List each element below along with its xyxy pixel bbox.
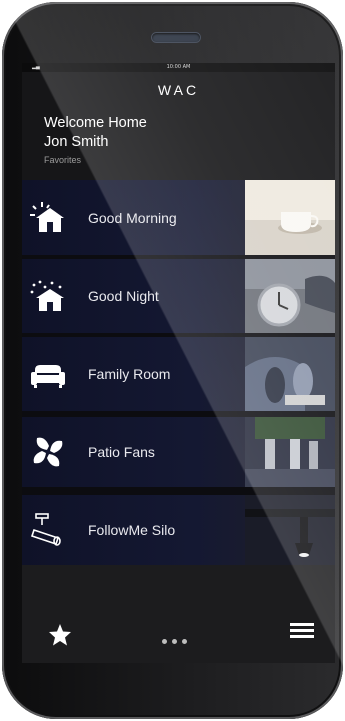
sun-house-icon [30, 201, 64, 232]
header: WAC Welcome Home Jon Smith Favorites [22, 72, 335, 180]
status-time: 10:00 AM [166, 64, 191, 70]
scene-good-morning[interactable]: Good Morning [22, 180, 335, 255]
welcome-line: Welcome Home [44, 115, 147, 131]
user-name: Jon Smith [44, 134, 109, 150]
divider [22, 487, 335, 495]
scene-photo-silo [245, 495, 335, 565]
scene-label: FollowMe Silo [88, 522, 176, 538]
night-house-icon [30, 280, 64, 311]
bottom-nav [22, 565, 335, 663]
scene-label: Patio Fans [88, 444, 155, 460]
star-icon[interactable] [48, 623, 72, 647]
menu-line [290, 629, 314, 632]
sofa-icon [31, 365, 65, 388]
dots-icon[interactable] [162, 639, 187, 644]
scene-photo-patio [245, 417, 335, 487]
menu-line [290, 623, 314, 626]
scene-family-room[interactable]: Family Room [22, 337, 335, 411]
scene-label: Family Room [88, 366, 171, 382]
scene-label: Good Morning [88, 209, 177, 226]
status-bar: ▂▄ 10:00 AM [22, 63, 335, 72]
dot [162, 639, 167, 644]
phone-frame: ▂▄ 10:00 AM WAC Welcome Home Jon Smith F… [2, 2, 343, 719]
scene-label: Good Night [88, 288, 159, 304]
scene-photo-family [245, 337, 335, 411]
speaker-grille [152, 33, 200, 42]
app-logo: WAC [157, 82, 200, 98]
scene-patio-fans[interactable]: Patio Fans [22, 417, 335, 487]
hamburger-icon[interactable] [290, 623, 314, 641]
scene-photo-clock [245, 259, 335, 333]
welcome-message: Welcome Home Jon Smith [44, 114, 147, 152]
app-screen: ▂▄ 10:00 AM WAC Welcome Home Jon Smith F… [22, 63, 335, 663]
menu-line [290, 635, 314, 638]
dot [182, 639, 187, 644]
dot [172, 639, 177, 644]
scene-photo-coffee [245, 180, 335, 255]
fan-icon [33, 437, 63, 467]
spotlight-icon [30, 513, 61, 546]
scene-good-night[interactable]: Good Night [22, 259, 335, 333]
scene-followme-silo[interactable]: FollowMe Silo [22, 495, 335, 565]
section-title: Favorites [44, 155, 82, 165]
